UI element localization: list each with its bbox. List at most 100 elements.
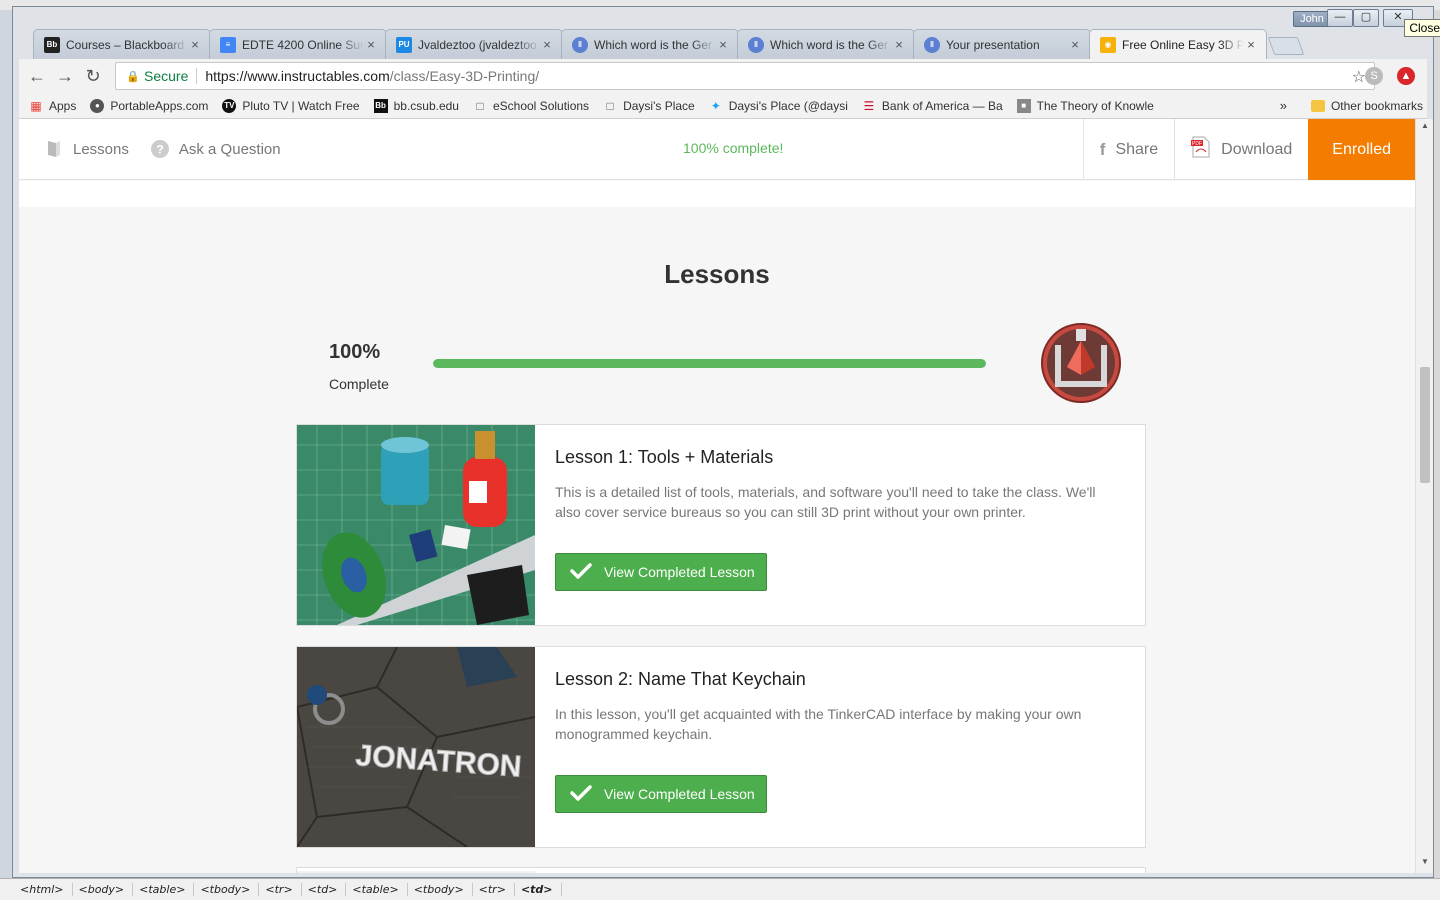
titlebar: John — ▢ ✕ Close Bb Courses – Blackboard… [13,7,1440,59]
skype-extension-icon[interactable]: S [1365,67,1383,85]
lesson-card-partial[interactable] [296,867,1146,873]
bookmark-daysis-place[interactable]: □ Daysi's Place [603,98,695,113]
tab-menti-2[interactable]: ‖ Which word is the Ger × [737,29,915,59]
blackboard-icon: Bb [373,98,388,113]
tab-jvaldeztoo[interactable]: PU Jvaldeztoo (jvaldeztoo × [385,29,563,59]
background-app-edge [0,10,12,880]
bookmark-plutotv[interactable]: TV Pluto TV | Watch Free [222,98,360,113]
address-bar[interactable]: 🔒 Secure https://www.instructables.com/c… [115,62,1375,90]
view-completed-lesson-button[interactable]: View Completed Lesson [555,553,767,591]
status-tag[interactable]: <td> [515,883,562,896]
lessons-heading: Lessons [664,259,770,289]
tab-close-icon[interactable]: × [540,37,554,52]
page-scrollbar[interactable]: ▲ ▼ [1415,119,1433,873]
status-tag[interactable]: <table> [346,883,408,896]
back-arrow-icon[interactable]: ← [23,62,51,90]
url-path: /class/Easy-3D-Printing/ [389,68,540,84]
status-tag[interactable]: <table> [133,883,195,896]
view-completed-lesson-button[interactable]: View Completed Lesson [555,775,767,813]
status-tag[interactable]: <tr> [473,883,515,896]
bookmark-label: bb.csub.edu [393,98,459,113]
status-tag[interactable]: <tr> [259,883,302,896]
tab-close-icon[interactable]: × [1068,37,1082,52]
maximize-button[interactable]: ▢ [1353,9,1379,27]
lessons-nav-link[interactable]: Lessons [45,140,129,158]
status-tag[interactable]: <td> [302,883,347,896]
plutotv-icon: TV [222,98,237,113]
bookmark-label: Daysi's Place (@daysi [728,98,848,113]
status-tag[interactable]: <html> [14,883,73,896]
lock-icon: 🔒 [126,71,140,83]
lesson-card[interactable]: Lesson 1: Tools + Materials This is a de… [296,424,1146,626]
new-tab-button[interactable] [1267,37,1305,55]
scroll-thumb[interactable] [1420,367,1430,483]
lessons-icon [45,140,63,158]
tab-title: EDTE 4200 Online Sum [242,37,364,52]
lastpass-extension-icon[interactable]: ▲ [1397,67,1415,85]
tab-blackboard[interactable]: Bb Courses – Blackboard × [33,29,211,59]
bookmark-bankofamerica[interactable]: ☰ Bank of America — Ba [862,99,1003,113]
lesson-card[interactable]: JONATRON Lesson 2: Name That Keychain In… [296,646,1146,848]
tab-menti-1[interactable]: ‖ Which word is the Ger × [561,29,739,59]
profile-button[interactable]: John [1293,11,1331,27]
enrolled-button[interactable]: Enrolled [1308,119,1415,180]
scroll-down-arrow-icon[interactable]: ▼ [1416,857,1434,871]
bookmark-bbcsub[interactable]: Bb bb.csub.edu [373,98,459,113]
tab-close-icon[interactable]: × [892,37,906,52]
reload-icon[interactable]: ↻ [79,62,107,90]
mentimeter-icon: ‖ [572,36,588,53]
forward-arrow-icon[interactable]: → [51,62,79,90]
folder-icon [1310,99,1325,112]
bookmark-daysis-twitter[interactable]: ✦ Daysi's Place (@daysi [709,99,848,113]
tab-presentation[interactable]: ‖ Your presentation × [913,29,1091,59]
bookmarks-overflow-chevron[interactable]: » [1280,98,1287,113]
lesson-title[interactable]: Lesson 2: Name That Keychain [555,669,1125,690]
download-button[interactable]: PDF Download [1174,119,1308,180]
bookmark-label: Other bookmarks [1330,98,1423,113]
tab-title: Which word is the Ger [594,37,713,52]
tab-close-icon[interactable]: × [188,37,202,52]
svg-text:PDF: PDF [1192,141,1202,147]
bookmark-eschool[interactable]: □ eSchool Solutions [473,99,589,113]
tab-close-icon[interactable]: × [716,37,730,52]
lesson-description: This is a detailed list of tools, materi… [555,484,1096,520]
tab-close-icon[interactable]: × [364,37,378,52]
share-button[interactable]: f Share [1082,119,1174,180]
lesson-2-image[interactable]: JONATRON [297,647,535,847]
ask-question-label: Ask a Question [178,140,281,158]
bookmark-portableapps[interactable]: ● PortableApps.com [90,98,208,113]
status-tag[interactable]: <body> [73,883,134,896]
class-navigation-bar: Lessons ? Ask a Question 100% complete! … [19,119,1415,180]
other-bookmarks[interactable]: Other bookmarks [1310,98,1423,113]
checkmark-icon [570,784,592,804]
tab-edte[interactable]: ≡ EDTE 4200 Online Sum × [209,29,387,59]
status-tag[interactable]: <tbody> [408,883,473,896]
tab-close-icon[interactable]: × [1244,37,1258,52]
twitter-bird-icon: ✦ [710,98,721,113]
html-path-status-bar: <html> <body> <table> <tbody> <tr> <td> … [0,878,1440,900]
portableapps-icon: ● [90,98,105,113]
ask-question-link[interactable]: ? Ask a Question [150,140,281,158]
apps-grid-icon: ▦ [30,98,42,113]
bookmarks-bar: ▦ Apps ● PortableApps.com TV Pluto TV | … [19,93,1427,119]
button-label: View Completed Lesson [604,564,755,580]
scroll-up-arrow-icon[interactable]: ▲ [1416,121,1434,135]
bookmark-theory-of-knowledge[interactable]: ■ The Theory of Knowle [1016,98,1154,113]
bookmark-star-icon[interactable]: ☆ [1352,67,1366,87]
header-spacer [19,181,1415,207]
class-actions: f Share PDF Download Enrolled [1082,119,1415,180]
mentimeter-icon: ‖ [924,36,940,53]
lesson-title[interactable]: Lesson 1: Tools + Materials [555,447,1125,468]
minimize-button[interactable]: — [1327,9,1353,27]
bookmark-label: Apps [49,98,77,113]
tab-strip: Bb Courses – Blackboard × ≡ EDTE 4200 On… [33,29,1305,59]
share-label: Share [1115,140,1159,158]
status-tag[interactable]: <tbody> [194,883,260,896]
tab-instructables[interactable]: ◉ Free Online Easy 3D P × [1089,29,1267,59]
page-viewport: Lessons ? Ask a Question 100% complete! … [19,119,1415,873]
bookmark-apps[interactable]: ▦ Apps [29,99,76,113]
url-host: https://www.instructables.com [205,68,390,84]
question-icon: ? [150,140,169,158]
bookmark-label: Daysi's Place [623,98,695,113]
lesson-1-image[interactable] [297,425,535,625]
